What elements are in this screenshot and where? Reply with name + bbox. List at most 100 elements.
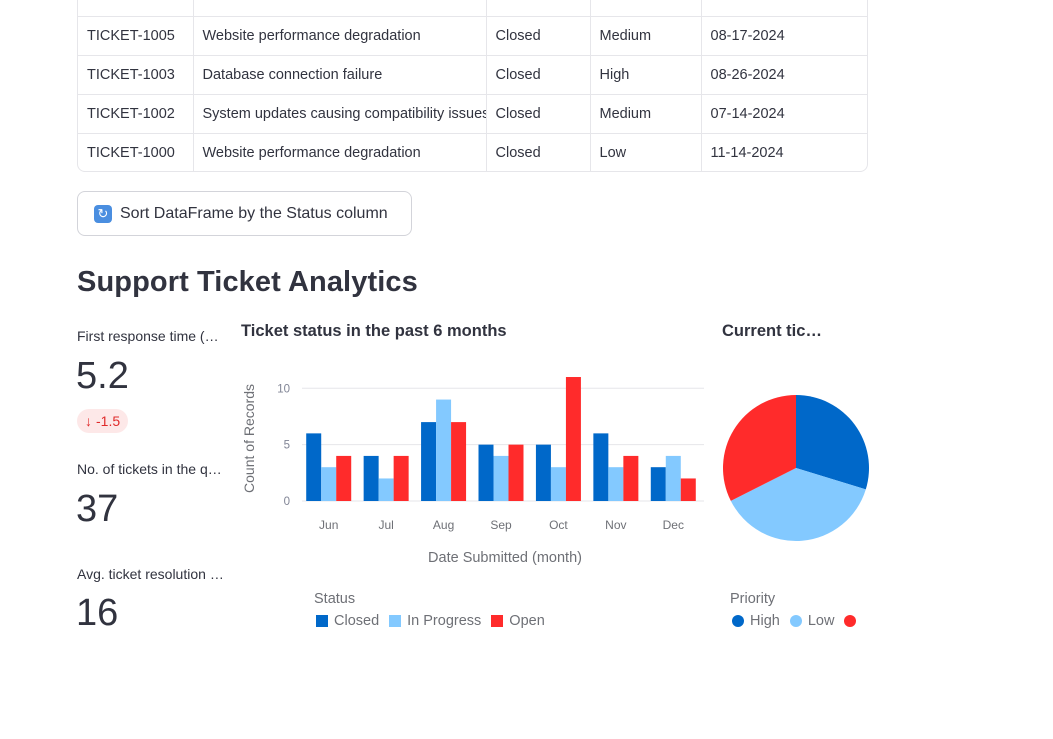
metric-value-resolution: 16	[76, 592, 119, 634]
y-axis-label: Count of Records	[241, 384, 257, 493]
x-tick-label: Sep	[490, 518, 512, 532]
table-cell[interactable]	[486, 0, 591, 17]
date-cell[interactable]: 08-17-2024	[701, 16, 867, 56]
metric-value-queue: 37	[76, 488, 119, 530]
legend-item-in-progress[interactable]: In Progress	[389, 613, 481, 629]
legend-item-open[interactable]: Open	[491, 613, 545, 629]
status-cell[interactable]: Closed	[486, 133, 591, 171]
bar-closed	[421, 422, 437, 501]
tickets-table[interactable]: TICKET-1005 Website performance degradat…	[77, 0, 868, 172]
bar-open	[680, 478, 696, 501]
status-cell[interactable]: Closed	[486, 94, 591, 134]
ticket-id-cell[interactable]: TICKET-1005	[78, 16, 194, 56]
pie-chart-title: Current ticket priority	[722, 322, 824, 340]
bar-in-progress	[608, 467, 624, 501]
table-row[interactable]: TICKET-1003 Database connection failure …	[78, 55, 867, 95]
table-row[interactable]: TICKET-1002 System updates causing compa…	[78, 94, 867, 134]
y-tick-label: 10	[277, 383, 290, 395]
table-cell[interactable]	[590, 0, 702, 17]
priority-legend-title: Priority	[730, 591, 776, 607]
delta-badge: ↓ -1.5	[77, 409, 129, 433]
date-cell[interactable]: 11-14-2024	[701, 133, 867, 171]
x-tick-label: Dec	[663, 518, 684, 532]
bar-closed	[650, 467, 666, 501]
legend-item-closed[interactable]: Closed	[316, 613, 379, 629]
ticket-id-cell[interactable]: TICKET-1002	[78, 94, 194, 134]
sort-by-status-button[interactable]: ↻ Sort DataFrame by the Status column	[77, 191, 412, 236]
legend-label-in-progress: In Progress	[407, 613, 482, 629]
date-cell[interactable]: 07-14-2024	[701, 94, 867, 134]
arrow-down-icon: ↓	[85, 413, 92, 429]
legend-dot-low	[789, 615, 802, 627]
x-tick-label: Aug	[433, 518, 454, 532]
bar-open	[623, 455, 639, 501]
legend-swatch-in-progress	[389, 615, 402, 627]
bar-open	[451, 422, 467, 501]
issue-cell[interactable]: Website performance degradation	[193, 133, 487, 171]
ticket-id-cell[interactable]: TICKET-1000	[78, 133, 194, 171]
bar-open	[336, 455, 352, 501]
x-tick-label: Nov	[605, 518, 626, 532]
bar-open	[565, 377, 581, 501]
issue-cell[interactable]: Database connection failure	[193, 55, 487, 95]
status-legend-title: Status	[314, 591, 356, 607]
bar-in-progress	[665, 455, 681, 501]
priority-cell[interactable]: Medium	[590, 16, 702, 56]
bar-in-progress	[550, 467, 566, 501]
bar-chart[interactable]: 0 5 10 Jun Jul Aug Sep Oct Nov Dec Date Submitted …	[236, 360, 716, 580]
x-tick-label: Jul	[378, 518, 393, 532]
table-row[interactable]: TICKET-1005 Website performance degradat…	[78, 16, 867, 56]
tickets-table-grid: TICKET-1005 Website performance degradat…	[78, 0, 867, 171]
table-row[interactable]	[78, 0, 867, 17]
bar-in-progress	[493, 455, 509, 501]
date-cell[interactable]: 08-26-2024	[701, 55, 867, 95]
status-cell[interactable]: Closed	[486, 55, 591, 95]
table-cell[interactable]	[78, 0, 194, 17]
metric-label-queue: No. of tickets in the queue	[77, 461, 225, 477]
status-legend[interactable]: Closed In Progress Open	[316, 613, 545, 629]
legend-item-third[interactable]	[844, 615, 862, 627]
legend-swatch-open	[491, 615, 504, 627]
bar-closed	[593, 433, 609, 501]
legend-item-high[interactable]: High	[732, 613, 780, 629]
priority-cell[interactable]: High	[590, 55, 702, 95]
bar-closed	[535, 444, 551, 501]
metric-label-resolution: Avg. ticket resolution time (hours)	[77, 566, 225, 582]
bar-closed	[478, 444, 494, 501]
priority-cell[interactable]: Medium	[590, 94, 702, 134]
legend-label-high: High	[750, 613, 780, 629]
table-row[interactable]: TICKET-1000 Website performance degradat…	[78, 133, 867, 171]
legend-dot-high	[732, 615, 744, 627]
priority-cell[interactable]: Low	[590, 133, 702, 171]
x-tick-label: Jun	[319, 518, 338, 532]
metric-value-first-response: 5.2	[76, 355, 129, 397]
bar-in-progress	[378, 478, 394, 501]
sort-button-label: Sort DataFrame by the Status column	[120, 204, 388, 222]
bar-open	[508, 444, 524, 501]
legend-label-open: Open	[509, 613, 545, 629]
y-tick-label: 0	[284, 496, 290, 508]
status-cell[interactable]: Closed	[486, 16, 591, 56]
issue-cell[interactable]: Website performance degradation	[193, 16, 487, 56]
table-cell[interactable]	[193, 0, 487, 17]
x-axis-label: Date Submitted (month)	[428, 550, 582, 566]
legend-label-low: Low	[807, 613, 835, 629]
table-cell[interactable]	[701, 0, 867, 17]
delta-value: -1.5	[96, 413, 121, 429]
issue-cell[interactable]: System updates causing compatibility iss…	[193, 94, 487, 134]
refresh-icon: ↻	[94, 204, 112, 223]
x-tick-label: Oct	[549, 518, 568, 532]
pie-chart[interactable]	[716, 388, 876, 548]
y-tick-label: 5	[284, 440, 290, 452]
section-title: Support Ticket Analytics	[77, 266, 418, 298]
metric-label-first-response: First response time (hours)	[77, 328, 225, 344]
bar-chart-title: Ticket status in the past 6 months	[241, 322, 507, 340]
legend-dot-third	[844, 615, 857, 627]
legend-label-closed: Closed	[334, 613, 380, 629]
ticket-id-cell[interactable]: TICKET-1003	[78, 55, 194, 95]
bar-open	[393, 455, 409, 501]
legend-swatch-closed	[316, 615, 328, 627]
priority-legend[interactable]: High Low	[732, 613, 862, 629]
bar-closed	[306, 433, 322, 501]
legend-item-low[interactable]: Low	[789, 613, 835, 629]
